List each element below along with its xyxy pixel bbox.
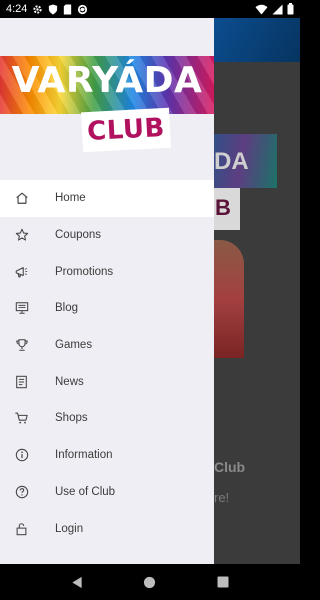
trophy-icon	[14, 338, 29, 353]
back-button[interactable]	[65, 570, 89, 594]
system-navigation-bar	[0, 564, 300, 600]
status-time: 4:24	[6, 3, 28, 15]
menu-item-label: Games	[55, 339, 93, 352]
shield-icon	[48, 3, 58, 15]
menu-item-login[interactable]: Login	[0, 510, 214, 547]
navigation-drawer: VARYÁDA CLUB Home Coupons Promotions Blo…	[0, 18, 214, 564]
star-icon	[14, 228, 29, 243]
cart-icon	[14, 411, 29, 426]
menu-item-label: Information	[55, 449, 113, 462]
background-promo-image	[214, 240, 244, 358]
menu-item-blog[interactable]: Blog	[0, 290, 214, 327]
background-text-fragment: re!	[214, 490, 230, 505]
recents-square-icon	[217, 576, 229, 588]
menu-item-label: Use of Club	[55, 485, 116, 498]
menu-item-label: Coupons	[55, 229, 102, 242]
menu-item-label: News	[55, 375, 84, 388]
lock-icon	[14, 521, 29, 536]
info-icon	[14, 448, 29, 463]
status-bar: 4:24	[0, 0, 300, 18]
sd-card-icon	[63, 3, 72, 15]
menu-item-label: Shops	[55, 412, 88, 425]
settings-gear-icon	[32, 4, 43, 15]
back-triangle-icon	[72, 576, 82, 588]
home-icon	[14, 191, 29, 206]
menu-item-label: Home	[55, 192, 86, 205]
menu-item-promotions[interactable]: Promotions	[0, 253, 214, 290]
menu-item-news[interactable]: News	[0, 363, 214, 400]
menu-item-label: Login	[55, 522, 84, 535]
signal-icon	[272, 3, 283, 15]
menu-item-coupons[interactable]: Coupons	[0, 217, 214, 254]
menu-item-shops[interactable]: Shops	[0, 400, 214, 437]
menu-item-label: Blog	[55, 302, 79, 315]
menu-item-label: Promotions	[55, 265, 114, 278]
logo-club-box: CLUB	[81, 107, 171, 153]
logo-varyada: VARYÁDA	[11, 60, 203, 101]
battery-icon	[287, 3, 294, 15]
background-logo-text: DA	[214, 148, 249, 175]
menu-item-information[interactable]: Information	[0, 437, 214, 474]
home-button[interactable]	[138, 570, 162, 594]
menu-item-games[interactable]: Games	[0, 327, 214, 364]
background-club-text: B	[215, 195, 231, 220]
menu-item-use-of-club[interactable]: Use of Club	[0, 474, 214, 511]
logo-club: CLUB	[86, 112, 166, 148]
home-circle-icon	[144, 576, 156, 588]
background-title-fragment: Club	[214, 459, 246, 475]
wifi-icon	[255, 4, 268, 15]
megaphone-icon	[14, 264, 29, 279]
sync-icon	[77, 4, 88, 15]
monitor-icon	[14, 301, 29, 316]
menu-item-home[interactable]: Home	[0, 180, 214, 217]
help-icon	[14, 484, 29, 499]
drawer-menu: Home Coupons Promotions Blog Games News …	[0, 180, 214, 547]
document-icon	[14, 374, 29, 389]
drawer-header: VARYÁDA CLUB	[0, 18, 214, 180]
recents-button[interactable]	[211, 570, 235, 594]
